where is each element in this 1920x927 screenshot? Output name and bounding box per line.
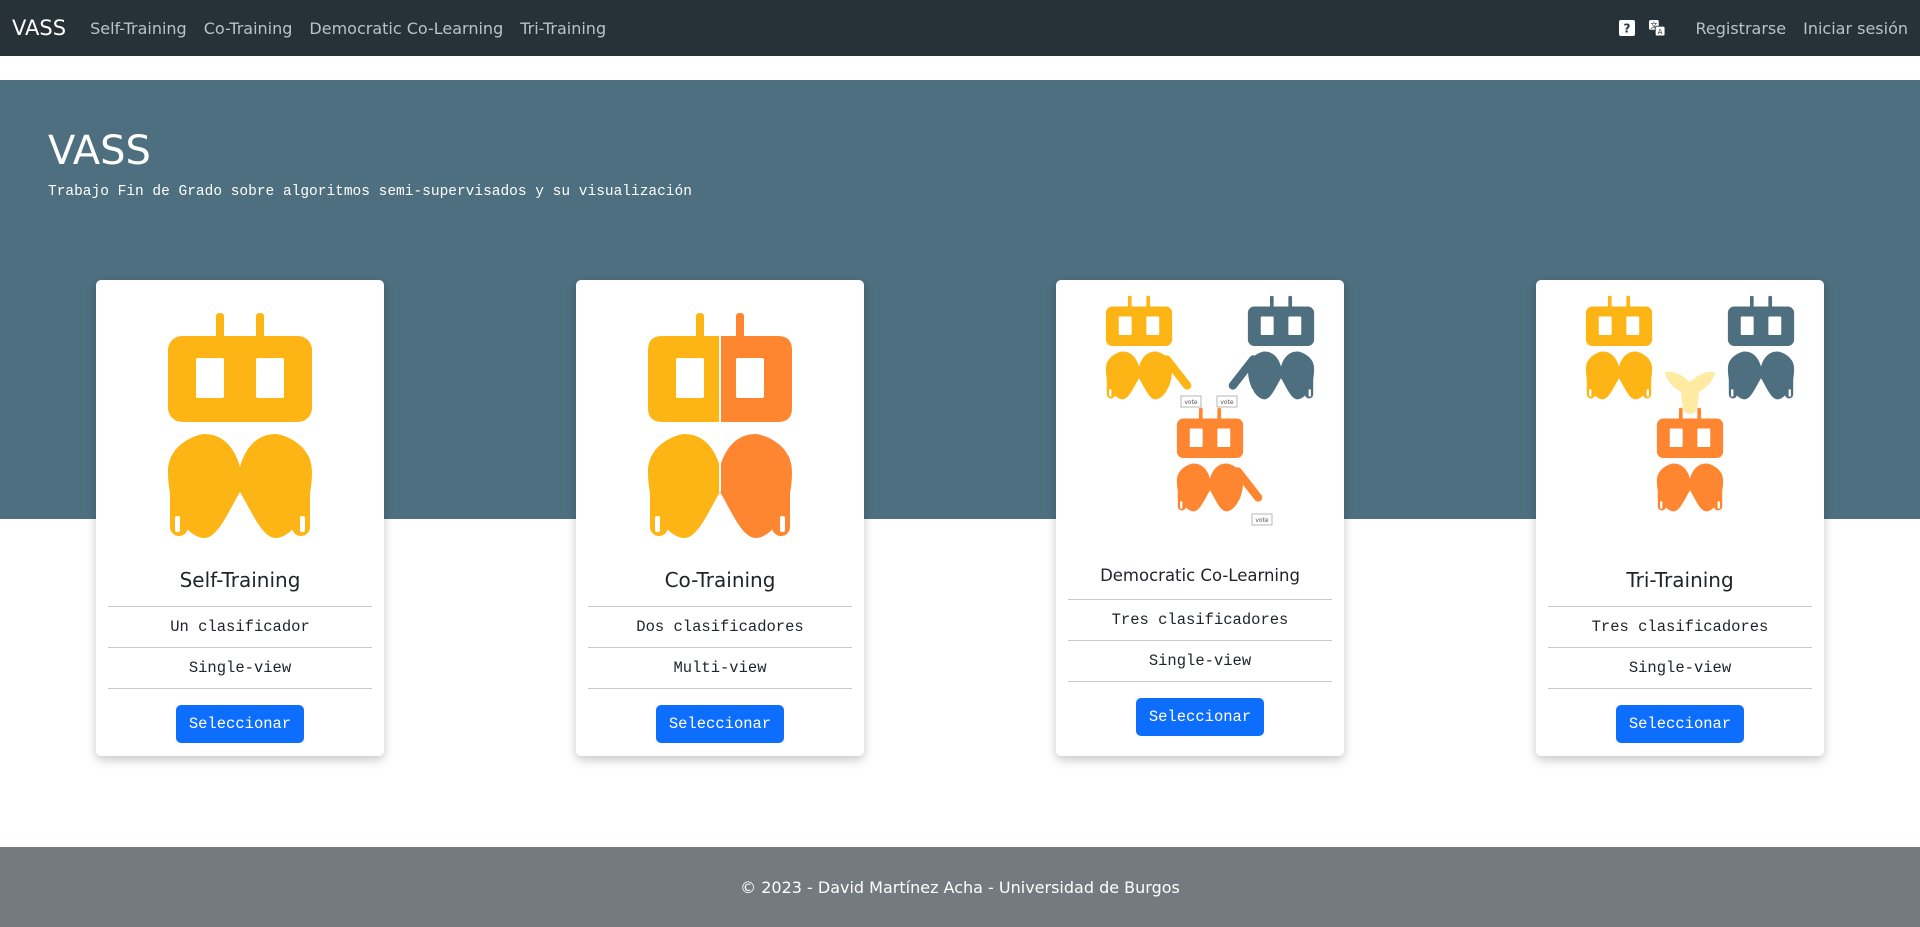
classifier-count: Dos clasificadores <box>588 607 852 648</box>
hero-title: VASS <box>48 128 151 174</box>
merge-arrow-icon <box>1665 371 1715 414</box>
card-title: Co-Training <box>664 568 776 592</box>
svg-text:?: ? <box>1623 22 1630 36</box>
login-link[interactable]: Iniciar sesión <box>1803 19 1908 38</box>
nav-right-group: ? 文A Registrarse Iniciar sesión <box>1618 19 1908 38</box>
nav-link-tri-training[interactable]: Tri-Training <box>520 19 606 38</box>
tri-training-robots-icon <box>1585 295 1795 512</box>
card-title: Democratic Co-Learning <box>1100 566 1300 585</box>
view-type: Single-view <box>1548 648 1812 689</box>
nav-link-democratic-co-learning[interactable]: Democratic Co-Learning <box>309 19 503 38</box>
card-democratic-co-learning: vote vote vote Democratic Co-Learning Tr… <box>1056 280 1344 756</box>
card-self-training: Self-Training Un clasificador Single-vie… <box>96 280 384 756</box>
card-features: Tres clasificadores Single-view <box>1548 606 1812 689</box>
card-title: Tri-Training <box>1626 568 1734 592</box>
help-icon[interactable]: ? <box>1618 20 1635 36</box>
card-features: Un clasificador Single-view <box>108 606 372 689</box>
register-link[interactable]: Registrarse <box>1696 19 1787 38</box>
card-features: Tres clasificadores Single-view <box>1068 599 1332 682</box>
card-title: Self-Training <box>179 568 301 592</box>
select-co-training-button[interactable]: Seleccionar <box>655 705 785 743</box>
page-footer: © 2023 - David Martínez Acha - Universid… <box>0 847 1920 927</box>
svg-text:vote: vote <box>1220 399 1234 406</box>
brand-logo[interactable]: VASS <box>12 16 66 40</box>
translate-icon[interactable]: 文A <box>1648 20 1665 37</box>
card-tri-training: Tri-Training Tres clasificadores Single-… <box>1536 280 1824 756</box>
classifier-count: Tres clasificadores <box>1548 607 1812 648</box>
democratic-co-learning-robots-icon: vote vote vote <box>1105 295 1315 526</box>
view-type: Single-view <box>108 648 372 689</box>
co-training-robot-icon <box>648 313 792 538</box>
nav-link-self-training[interactable]: Self-Training <box>90 19 187 38</box>
top-navbar: VASS Self-Training Co-Training Democrati… <box>0 0 1920 56</box>
view-type: Multi-view <box>588 648 852 689</box>
classifier-count: Tres clasificadores <box>1068 600 1332 641</box>
classifier-count: Un clasificador <box>108 607 372 648</box>
select-democratic-co-learning-button[interactable]: Seleccionar <box>1135 698 1265 736</box>
select-tri-training-button[interactable]: Seleccionar <box>1615 705 1745 743</box>
svg-text:A: A <box>1657 27 1662 36</box>
card-features: Dos clasificadores Multi-view <box>588 606 852 689</box>
hero-subtitle: Trabajo Fin de Grado sobre algoritmos se… <box>48 184 692 200</box>
nav-link-co-training[interactable]: Co-Training <box>204 19 293 38</box>
footer-copyright: © 2023 - David Martínez Acha - Universid… <box>740 877 1180 897</box>
svg-text:vote: vote <box>1184 399 1198 406</box>
view-type: Single-view <box>1068 641 1332 682</box>
self-training-robot-icon <box>168 313 312 538</box>
card-co-training: Co-Training Dos clasificadores Multi-vie… <box>576 280 864 756</box>
select-self-training-button[interactable]: Seleccionar <box>175 705 305 743</box>
svg-text:vote: vote <box>1255 517 1269 524</box>
